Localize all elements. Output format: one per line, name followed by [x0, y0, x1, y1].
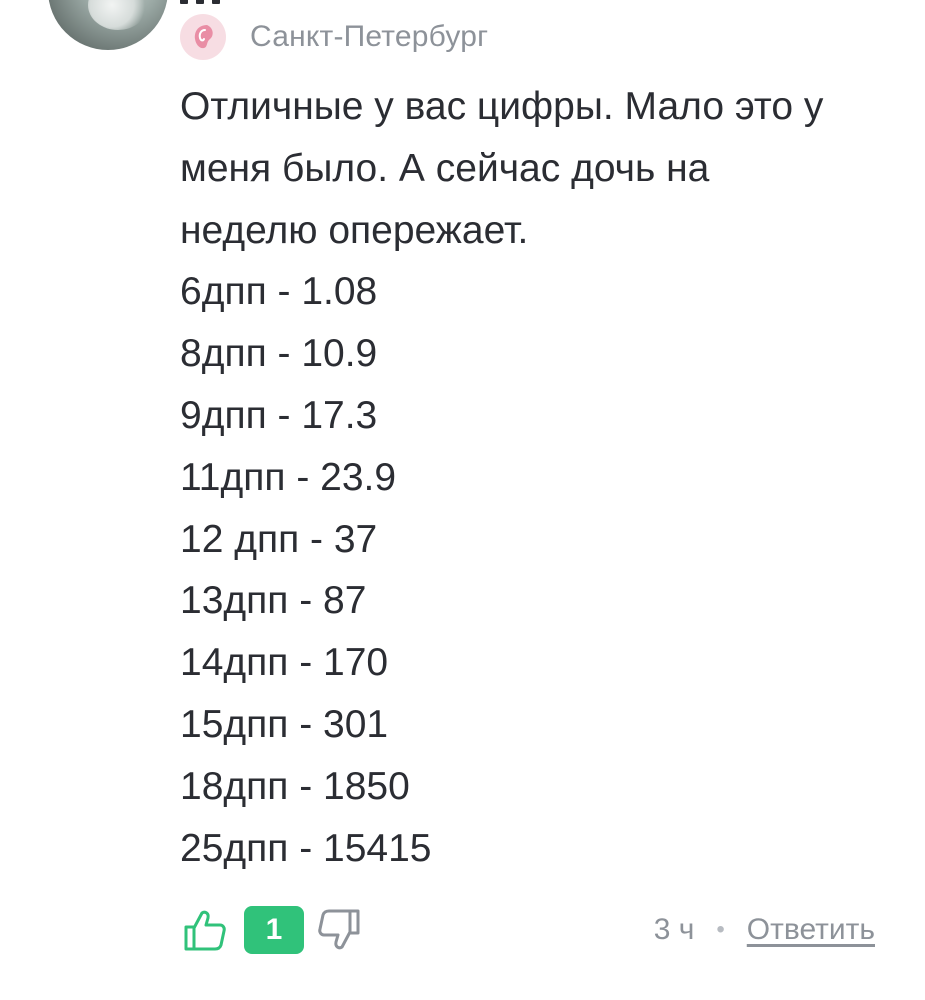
author-city: Санкт-Петербург — [250, 20, 489, 53]
dislike-button[interactable] — [314, 905, 364, 955]
comment-line: Отличные у вас цифры. Мало это у — [180, 85, 824, 128]
hcg-value-line: 13дпп - 87 — [180, 579, 367, 623]
thumbs-up-icon — [184, 910, 226, 951]
user-avatar[interactable] — [48, 0, 168, 50]
author-name-fragment — [180, 0, 270, 4]
hcg-value-line: 6дпп - 1.08 — [180, 270, 378, 314]
like-button[interactable] — [180, 905, 230, 955]
hcg-value-line: 12 дпп - 37 — [180, 517, 378, 561]
hcg-value-line: 14дпп - 170 — [180, 641, 389, 685]
hcg-value-line: 18дпп - 1850 — [180, 764, 410, 808]
pink-ear-icon — [180, 14, 226, 60]
hcg-value-line: 8дпп - 10.9 — [180, 332, 378, 376]
avatar-image-detail — [88, 0, 148, 30]
comment-line: неделю опережает. — [180, 208, 529, 252]
hcg-value-line: 11дпп - 23.9 — [180, 455, 397, 499]
author-meta: Санкт-Петербург — [180, 14, 488, 60]
comment-body: Отличные у вас цифры. Мало это у меня бы… — [180, 76, 880, 879]
hcg-value-line: 25дпп - 15415 — [180, 826, 432, 870]
thumbs-down-icon — [318, 909, 360, 950]
meta-separator: • — [716, 916, 725, 943]
comment-line: меня было. А сейчас дочь на — [180, 146, 710, 190]
hcg-value-line: 9дпп - 17.3 — [180, 393, 378, 437]
reply-link[interactable]: Ответить — [747, 913, 875, 947]
like-count: 1 — [244, 906, 304, 954]
comment-time: 3 ч — [653, 913, 695, 946]
hcg-value-line: 15дпп - 301 — [180, 702, 389, 746]
comment-paragraph: Отличные у вас цифры. Мало это у меня бы… — [180, 76, 880, 261]
comment-actions: 1 3 ч • Ответить — [180, 902, 875, 958]
